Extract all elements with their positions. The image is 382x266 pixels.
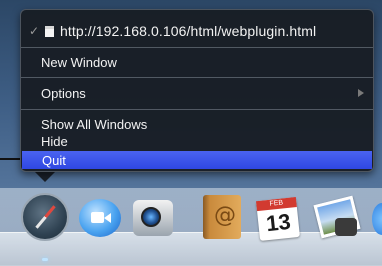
- menu-separator: [21, 47, 373, 48]
- menu-separator: [21, 109, 373, 110]
- page-icon: [45, 25, 54, 37]
- menu-item-label: Quit: [42, 152, 66, 168]
- facetime-icon[interactable]: [79, 199, 121, 237]
- menu-pointer: [34, 171, 56, 182]
- calendar-day: 13: [264, 208, 292, 237]
- menu-item-quit[interactable]: Quit: [22, 151, 372, 169]
- menu-item-options[interactable]: Options: [21, 83, 373, 103]
- video-camera-icon: [91, 212, 104, 223]
- photo-booth-icon[interactable]: [133, 200, 173, 236]
- menu-item-label: Hide: [41, 133, 68, 149]
- menu-separator: [21, 77, 373, 78]
- dock-context-menu: ✓ http://192.168.0.106/html/webplugin.ht…: [20, 9, 374, 172]
- menu-item-label: Show All Windows: [41, 116, 148, 132]
- address-book-icon[interactable]: @: [203, 195, 241, 239]
- camera-lens-icon: [141, 207, 161, 227]
- compass-needle-icon: [35, 205, 56, 229]
- iphoto-icon[interactable]: [313, 195, 361, 240]
- checkmark-icon: ✓: [29, 24, 40, 38]
- camera-lens-icon: [104, 213, 111, 223]
- menu-item-label: Options: [41, 85, 86, 101]
- menu-item-current-window[interactable]: ✓ http://192.168.0.106/html/webplugin.ht…: [21, 20, 373, 42]
- menu-item-hide[interactable]: Hide: [21, 132, 373, 150]
- at-sign-icon: @: [214, 203, 236, 228]
- safari-icon[interactable]: [21, 193, 69, 241]
- calendar-icon[interactable]: FEB 13: [256, 197, 300, 241]
- menu-item-label: New Window: [41, 54, 117, 70]
- submenu-arrow-icon: [358, 89, 364, 97]
- menu-item-show-all-windows[interactable]: Show All Windows: [21, 115, 373, 133]
- menu-item-url-label: http://192.168.0.106/html/webplugin.html: [60, 23, 317, 39]
- menu-item-new-window[interactable]: New Window: [21, 52, 373, 72]
- camera-icon: [335, 218, 357, 236]
- running-indicator: [42, 258, 48, 261]
